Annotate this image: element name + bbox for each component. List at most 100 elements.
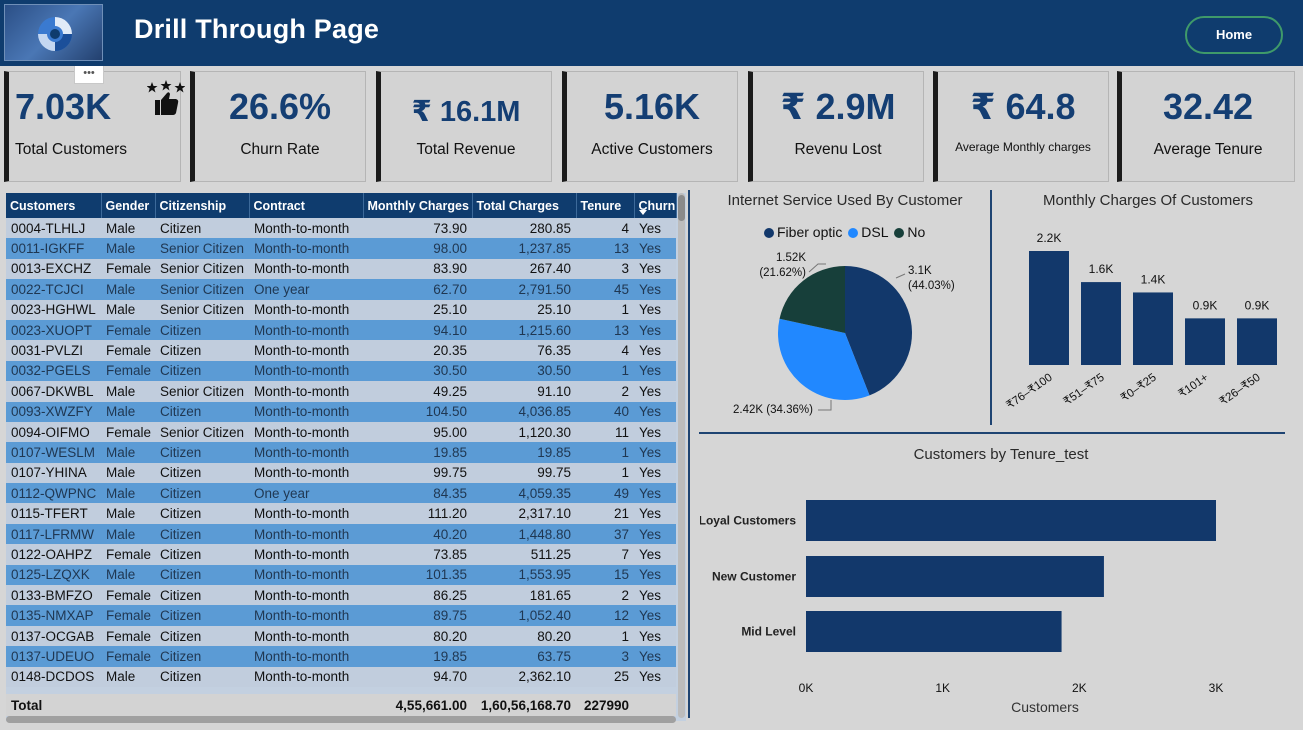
kpi-average-tenure: 32.42 Average Tenure: [1117, 71, 1295, 182]
pie-leader-line: [895, 273, 906, 279]
table-cell: 2,317.10: [518, 506, 571, 522]
table-cell: 83.90: [433, 261, 467, 277]
table-row[interactable]: 0093-XWZFY Male Citizen Month-to-month 104.5…: [6, 401, 676, 422]
tenure-bar-2[interactable]: [806, 611, 1062, 652]
kpi-label: Total Revenue: [416, 141, 516, 158]
report-page: Drill Through Page Home ••• 7.03K Total …: [0, 0, 1303, 730]
table-row[interactable]: 0004-TLHLJ Male Citizen Month-to-month 73.90…: [6, 218, 676, 239]
legend-label: DSL: [861, 224, 889, 240]
bar-0[interactable]: [1029, 251, 1069, 365]
table-cell: Month-to-month: [254, 628, 350, 644]
legend-item-fiber-optic[interactable]: Fiber optic: [764, 224, 842, 240]
table-cell: 0094-OIFMO: [11, 424, 90, 440]
scrollbar-thumb[interactable]: [678, 195, 685, 221]
bar-category-label: ₹76–₹100: [1004, 372, 1054, 412]
table-row[interactable]: 0023-XUOPT Female Citizen Month-to-month 94.…: [6, 319, 676, 341]
pie-chart[interactable]: 3.1K (44.03%) 1.52K (21.62%) 2.42K (34.36%): [700, 240, 988, 430]
table-cell: 0023-HGHWL: [11, 302, 96, 318]
table-cell: Citizen: [160, 506, 202, 522]
x-tick-label: 3K: [1209, 681, 1224, 695]
table-row[interactable]: 0115-TFERT Male Citizen Month-to-month 111.2…: [6, 503, 676, 524]
table-row[interactable]: 0137-UDEUO Female Citizen Month-to-month 19.…: [6, 646, 676, 667]
kpi-churn-rate: 26.6% Churn Rate: [190, 71, 366, 182]
table-row[interactable]: 0032-PGELS Female Citizen Month-to-month 30.…: [6, 360, 676, 382]
table-cell: 0093-XWZFY: [11, 404, 93, 420]
tenure-bar-chart[interactable]: Loyal Customers New Customer Mid Level 0K 1K…: [700, 475, 1300, 720]
kpi-revenue-lost: ₹ 2.9M Revenu Lost: [748, 71, 924, 182]
table-row[interactable]: 0011-IGKFF Male Senior Citizen Month-to-mon…: [6, 238, 676, 259]
table-cell: 76.35: [537, 343, 571, 359]
column-header-tenure[interactable]: Tenure: [576, 193, 635, 218]
bar-1[interactable]: [1081, 282, 1121, 365]
table-row[interactable]: 0067-DKWBL Male Senior Citizen Month-to-mon…: [6, 381, 676, 402]
table-cell: Citizen: [160, 526, 202, 542]
column-header-gender[interactable]: Gender: [101, 193, 156, 218]
kpi-active-customers: 5.16K Active Customers: [562, 71, 738, 182]
table-vertical-scrollbar[interactable]: [678, 193, 685, 718]
table-cell: Female: [106, 363, 152, 379]
table-row[interactable]: 0031-PVLZI Female Citizen Month-to-month 20.…: [6, 340, 676, 361]
legend-label: No: [907, 224, 926, 240]
table-cell: 3: [621, 648, 629, 664]
table-row[interactable]: 0117-LFRMW Male Citizen Month-to-month 40.20…: [6, 523, 676, 545]
bar-2[interactable]: [1133, 292, 1173, 365]
table-cell: 25: [613, 669, 629, 685]
table-cell: Citizen: [160, 567, 202, 583]
table-cell: Senior Citizen: [160, 261, 245, 277]
table-cell: Senior Citizen: [160, 241, 245, 257]
table-row[interactable]: 0013-EXCHZ Female Senior Citizen Month-to-m…: [6, 258, 676, 280]
table-cell: 73.90: [433, 220, 467, 236]
table-cell: 0032-PGELS: [11, 363, 91, 379]
table-row[interactable]: 0137-OCGAB Female Citizen Month-to-month 80.…: [6, 625, 676, 647]
table-row[interactable]: 0148-DCDOS Male Citizen Month-to-month 94.70…: [6, 666, 676, 687]
column-header-contract[interactable]: Contract: [249, 193, 364, 218]
table-row[interactable]: 0133-BMFZO Female Citizen Month-to-month 86.…: [6, 585, 676, 606]
column-header-total-charges[interactable]: Total Charges: [472, 193, 577, 218]
table-cell: 63.75: [537, 648, 571, 664]
monthly-charges-bar-chart[interactable]: 2.2K ₹76–₹100 1.6K ₹51–₹75 1.4K ₹0–₹25 0.9K ₹10…: [995, 215, 1301, 420]
table-cell: Female: [106, 322, 152, 338]
table-cell: Yes: [639, 281, 662, 297]
table-cell: Month-to-month: [254, 608, 350, 624]
table-row[interactable]: 0135-NMXAP Female Citizen Month-to-month 89.…: [6, 605, 676, 626]
table-cell: Female: [106, 424, 152, 440]
kpi-label: Revenu Lost: [794, 141, 882, 158]
table-row[interactable]: 0122-OAHPZ Female Citizen Month-to-month 73.…: [6, 544, 676, 565]
table-cell: Yes: [639, 220, 662, 236]
column-header-monthly-charges[interactable]: Monthly Charges: [363, 193, 473, 218]
table-cell: Month-to-month: [254, 363, 350, 379]
table-row[interactable]: 0022-TCJCI Male Senior Citizen One year 62.7…: [6, 279, 676, 300]
total-total-charges: 1,60,56,168.70: [480, 698, 571, 713]
table-row[interactable]: 0112-QWPNC Male Citizen One year 84.35 4,059.…: [6, 483, 676, 504]
table-row[interactable]: 0107-WESLM Male Citizen Month-to-month 19.85…: [6, 442, 676, 463]
thumbs-up-stars-icon: [147, 80, 185, 115]
pie-label-fiber-pct: (44.03%): [908, 280, 955, 292]
table-cell: Citizen: [160, 628, 202, 644]
tenure-bar-1[interactable]: [806, 556, 1104, 597]
kpi-label: Active Customers: [591, 141, 713, 158]
column-header-customers[interactable]: Customers: [6, 193, 102, 218]
table-horizontal-scrollbar[interactable]: [6, 716, 676, 723]
table-cell: Month-to-month: [254, 669, 350, 685]
table-cell: Female: [106, 648, 152, 664]
tenure-bar-0[interactable]: [806, 500, 1216, 541]
table-header-row: Customers Gender Citizenship Contract Mo…: [6, 193, 677, 218]
table-row[interactable]: 0125-LZQXK Male Citizen Month-to-month 101.3…: [6, 564, 676, 586]
table-row[interactable]: 0094-OIFMO Female Senior Citizen Month-to-m…: [6, 421, 676, 443]
table-row[interactable]: 0023-HGHWL Male Senior Citizen Month-to-mon…: [6, 299, 676, 320]
legend-item-dsl[interactable]: DSL: [848, 224, 888, 240]
customer-table[interactable]: Customers Gender Citizenship Contract Mo…: [6, 193, 686, 721]
table-cell: Month-to-month: [254, 648, 350, 664]
bar-4[interactable]: [1237, 318, 1277, 365]
column-header-citizenship[interactable]: Citizenship: [155, 193, 250, 218]
column-header-churn[interactable]: Churn: [634, 193, 677, 218]
table-cell: One year: [254, 485, 310, 501]
pie-leader-line[interactable]: [818, 400, 832, 411]
home-button[interactable]: Home: [1185, 16, 1283, 54]
bar-3[interactable]: [1185, 318, 1225, 365]
kpi-value: 5.16K: [603, 86, 701, 127]
legend-item-no[interactable]: No: [894, 224, 925, 240]
more-options-button[interactable]: •••: [74, 66, 104, 84]
table-row[interactable]: 0107-YHINA Male Citizen Month-to-month 99.75…: [6, 462, 676, 484]
x-tick-label: 0K: [799, 681, 814, 695]
